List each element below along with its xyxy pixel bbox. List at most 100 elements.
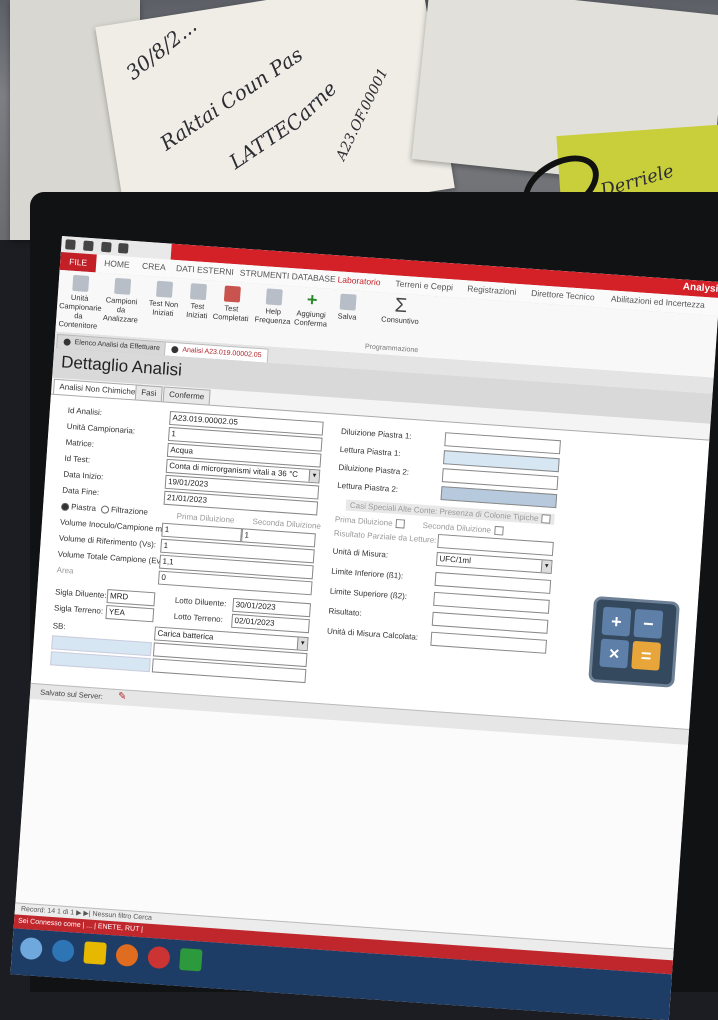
- handwritten-note: LATTE: [224, 115, 295, 174]
- checkbox-icon: [395, 519, 405, 529]
- sigla-terreno-field[interactable]: YEA: [105, 604, 155, 623]
- app-icon[interactable]: [147, 945, 171, 970]
- tab-terreni[interactable]: Terreni e Ceppi: [395, 278, 453, 292]
- label-limite-superiore: Limite Superiore (ß2):: [329, 586, 408, 601]
- tab-laboratorio[interactable]: Laboratorio: [337, 274, 381, 287]
- equals-icon: =: [631, 640, 662, 671]
- handwritten-note: A23.OF.00001: [333, 65, 392, 164]
- label-diluizione-piastra-2: Diluizione Piastra 2:: [338, 462, 410, 477]
- start-icon[interactable]: [19, 936, 43, 961]
- handwritten-note: 30/8/2...: [121, 13, 202, 85]
- radio-on-icon: [60, 502, 70, 512]
- tab-database-tools[interactable]: STRUMENTI DATABASE: [240, 268, 336, 285]
- label-unita-calcolata: Unità di Misura Calcolata:: [326, 626, 419, 642]
- pencil-icon: ✎: [117, 691, 127, 703]
- minus-icon: −: [633, 608, 664, 639]
- consuntivo-button[interactable]: Σ Consuntivo: [375, 294, 427, 327]
- firefox-icon[interactable]: [115, 943, 139, 968]
- radio-label: Piastra: [70, 502, 97, 514]
- button-label: Campioni da: [105, 295, 138, 315]
- button-label: da Contenitore: [58, 311, 98, 331]
- tab-abilitazioni[interactable]: Abilitazioni ed Incertezza: [611, 293, 705, 310]
- app-title: Analysis: [682, 281, 718, 296]
- chevron-down-icon[interactable]: ▼: [540, 560, 552, 573]
- button-label: Completati: [212, 311, 249, 324]
- excel-icon[interactable]: [179, 948, 203, 972]
- checkbox-label: Seconda Diluizione: [422, 520, 492, 535]
- undo-icon[interactable]: [100, 241, 112, 253]
- label-risultato: Risultato:: [328, 606, 363, 618]
- screen: Analysis FILE HOME CREA DATI ESTERNI STR…: [10, 236, 718, 1020]
- browser-icon[interactable]: [51, 939, 75, 963]
- prima-diluizione-checkbox[interactable]: Prima Diluizione: [335, 515, 405, 529]
- radio-filtrazione[interactable]: Filtrazione: [100, 504, 148, 517]
- folder-icon[interactable]: [83, 941, 107, 965]
- tab-create[interactable]: CREA: [142, 261, 166, 273]
- tab-home[interactable]: HOME: [104, 258, 130, 270]
- label-matrice: Matrice:: [65, 437, 95, 449]
- unita-misura-select[interactable]: UFC/1ml ▼: [435, 551, 553, 574]
- label-sigla-terreno: Sigla Terreno:: [53, 603, 104, 616]
- label-id-test: Id Test:: [64, 453, 91, 465]
- unita-calcolata-field[interactable]: [430, 631, 548, 654]
- campioni-button[interactable]: Campioni da Analizzare: [100, 277, 143, 325]
- label-prima-diluizione: Prima Diluizione: [176, 511, 235, 525]
- save-icon[interactable]: [82, 240, 94, 252]
- button-label: Unità Campionarie: [58, 292, 102, 313]
- limite-inferiore-field[interactable]: [434, 571, 552, 594]
- page-title: Dettaglio Analisi: [60, 352, 183, 380]
- risultato-field[interactable]: [431, 611, 549, 634]
- test-completati-button[interactable]: Test Completati: [210, 285, 252, 324]
- radio-off-icon: [100, 505, 110, 514]
- label-volume-rif: Volume di Riferimento (Vs):: [58, 533, 157, 550]
- checkbox-label: Prima Diluizione: [334, 514, 393, 528]
- aggiungi-conferma-button[interactable]: + Aggiungi Conferma: [290, 289, 332, 329]
- button-label: Iniziati: [151, 307, 174, 318]
- chevron-down-icon[interactable]: ▼: [308, 469, 320, 483]
- button-label: Analizzare: [102, 313, 139, 325]
- button-label: Consuntivo: [380, 314, 419, 327]
- tab-external-data[interactable]: DATI ESTERNI: [176, 263, 234, 277]
- unita-campionarie-button[interactable]: Unità Campionarie da Contenitore: [58, 274, 102, 331]
- label-lettura-piastra-2: Lettura Piastra 2:: [336, 480, 399, 495]
- chart-icon: [265, 288, 283, 306]
- sigla-diluente-field[interactable]: MRD: [106, 589, 156, 607]
- help-frequenza-button[interactable]: Help Frequenza: [252, 288, 294, 327]
- tab-direttore[interactable]: Direttore Tecnico: [531, 288, 595, 302]
- calculator-button[interactable]: + − × =: [588, 596, 680, 688]
- label-lotto-diluente: Lotto Diluente:: [174, 595, 227, 609]
- multiply-icon: ×: [599, 638, 630, 669]
- label-data-inizio: Data Inizio:: [63, 469, 104, 482]
- lotto-terreno-field[interactable]: 02/01/2023: [231, 613, 310, 634]
- radio-piastra[interactable]: Piastra: [60, 502, 97, 514]
- tab-registrazioni[interactable]: Registrazioni: [467, 283, 517, 296]
- seconda-diluizione-checkbox[interactable]: Seconda Diluizione: [422, 520, 504, 536]
- save-status-label: Salvato sul Server:: [39, 687, 104, 701]
- plus-icon: +: [306, 289, 319, 310]
- label-id-analisi: Id Analisi:: [67, 405, 103, 418]
- limite-superiore-field[interactable]: [433, 591, 550, 614]
- salva-button[interactable]: Salva: [327, 293, 369, 323]
- document-icon: [155, 280, 174, 298]
- sigma-icon: Σ: [394, 294, 408, 318]
- flask-icon: [114, 277, 132, 295]
- form-icon: [171, 345, 179, 354]
- label-seconda-diluizione: Seconda Diluizione: [252, 516, 322, 531]
- save-icon: [339, 293, 357, 311]
- label-lettura-piastra-1: Lettura Piastra 1:: [339, 444, 401, 459]
- label-volume-totale: Volume Totale Campione (Ev):: [57, 549, 166, 566]
- sb-value: Carica batterica: [157, 628, 214, 642]
- label-volume-inoculo: Volume Inoculo/Campione ml: [59, 517, 165, 534]
- unita-misura-value: UFC/1ml: [439, 554, 472, 566]
- app-icon: [65, 239, 76, 250]
- container-icon: [72, 274, 90, 292]
- redo-icon[interactable]: [118, 242, 129, 254]
- form-icon: [63, 338, 71, 346]
- label-risultato-parziale: Risultato Parziale da Letture:: [333, 528, 437, 545]
- ribbon-group-label: Programmazione: [364, 343, 419, 355]
- label-sb: SB:: [52, 621, 66, 632]
- label-lotto-terreno: Lotto Terreno:: [173, 611, 224, 625]
- chevron-down-icon[interactable]: ▼: [296, 637, 308, 651]
- lettura-piastra-2-field[interactable]: [440, 486, 558, 509]
- label-unita: Unità Campionaria:: [66, 421, 136, 436]
